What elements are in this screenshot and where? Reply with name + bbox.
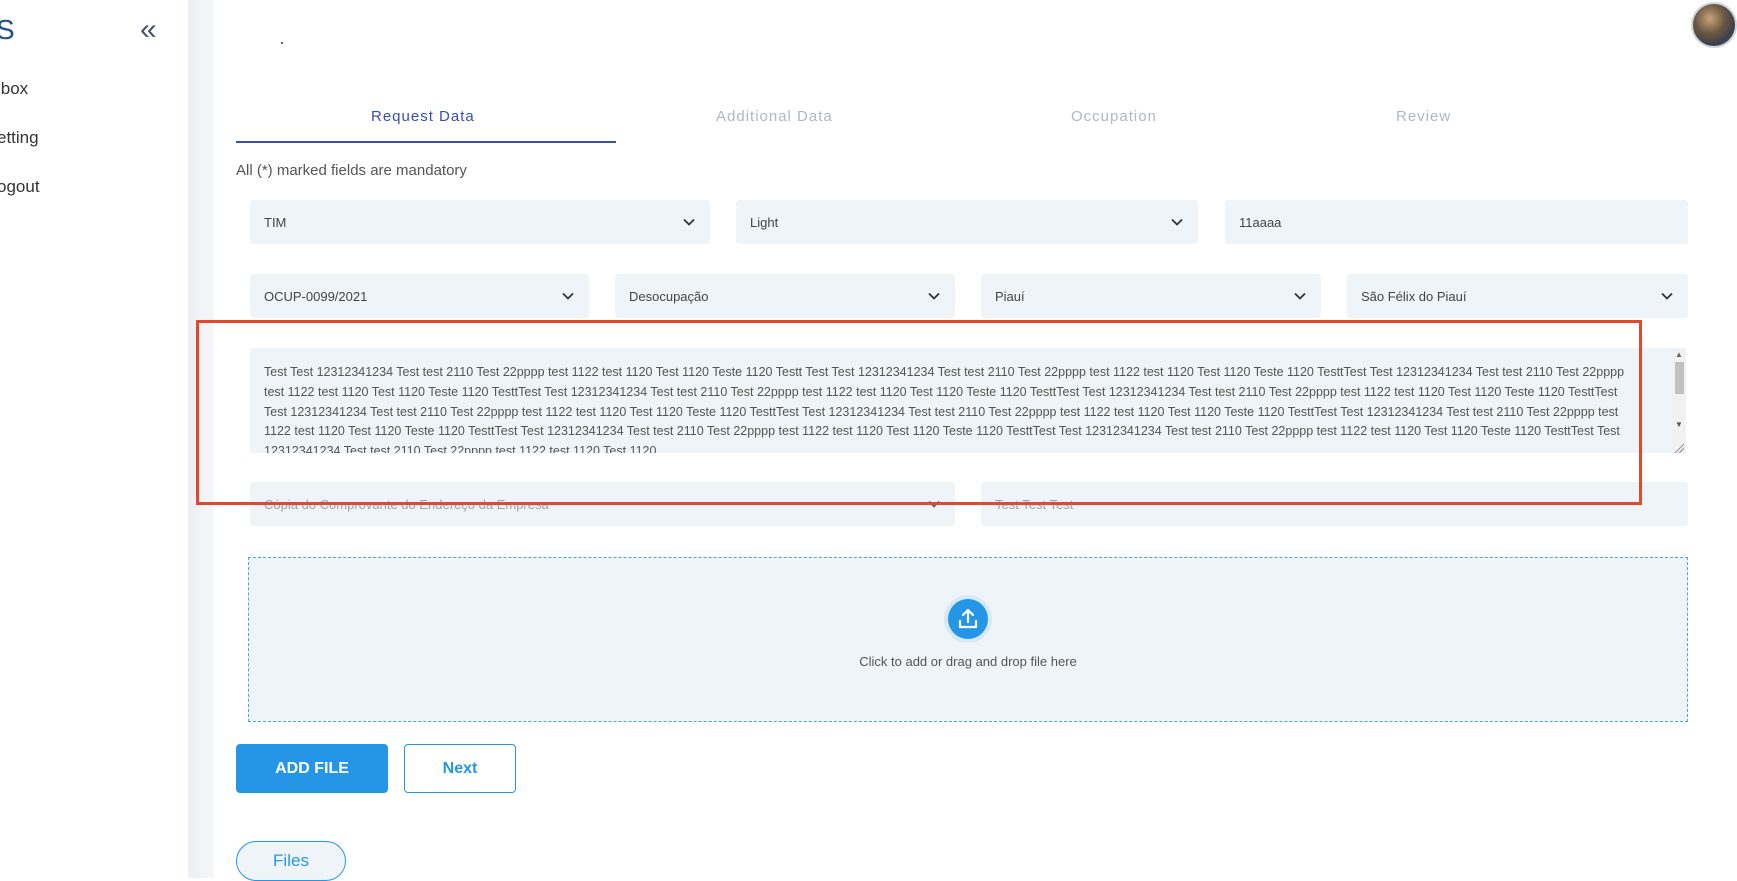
page-title: Occupation — [238, 42, 329, 66]
city-value: São Félix do Piauí — [1361, 288, 1467, 304]
chevron-down-icon — [1171, 218, 1183, 226]
code-input[interactable]: 11aaaa — [1225, 200, 1688, 244]
sidebar-item-logout[interactable]: ogout — [0, 177, 40, 197]
state-select[interactable]: Piauí — [981, 274, 1321, 318]
collapse-sidebar-button[interactable]: « — [140, 14, 157, 46]
files-button[interactable]: Files — [236, 841, 346, 881]
city-select[interactable]: São Félix do Piauí — [1347, 274, 1688, 318]
chevron-down-icon — [1294, 292, 1306, 300]
add-file-button[interactable]: ADD FILE — [236, 744, 388, 793]
resize-grip-icon[interactable] — [1674, 443, 1684, 453]
mandatory-note: All (*) marked fields are mandatory — [236, 162, 467, 179]
chevron-down-icon — [562, 292, 574, 300]
operator-select[interactable]: TIM — [250, 200, 710, 244]
sidebar-item-setting[interactable]: etting — [0, 128, 39, 148]
sidebar: S « ibox etting ogout — [0, 0, 188, 878]
code-value: 11aaaa — [1239, 214, 1282, 230]
tab-additional-data[interactable]: Additional Data — [716, 108, 833, 125]
type-value: Light — [750, 214, 779, 230]
scroll-thumb[interactable] — [1675, 362, 1684, 394]
stepper-tabs: Request Data Additional Data Occupation … — [236, 98, 1706, 144]
chevron-down-icon — [683, 218, 695, 226]
occupation-id-value: OCUP-0099/2021 — [264, 288, 368, 304]
upload-arrow-icon — [958, 608, 978, 629]
active-tab-indicator — [236, 141, 616, 143]
app-logo: S — [0, 14, 15, 45]
tab-review[interactable]: Review — [1396, 108, 1451, 125]
scroll-down-icon[interactable]: ▼ — [1675, 420, 1683, 429]
action-select[interactable]: Desocupação — [615, 274, 955, 318]
tab-request-data[interactable]: Request Data — [371, 108, 475, 125]
tab-occupation[interactable]: Occupation — [1071, 108, 1157, 125]
file-dropzone[interactable]: Click to add or drag and drop file here — [248, 557, 1688, 722]
state-value: Piauí — [995, 288, 1025, 304]
dropzone-text: Click to add or drag and drop file here — [859, 654, 1077, 669]
upload-icon — [944, 595, 992, 643]
next-button[interactable]: Next — [404, 744, 516, 793]
action-value: Desocupação — [629, 288, 709, 304]
scroll-up-icon[interactable]: ▲ — [1675, 350, 1683, 359]
textarea-scrollbar[interactable]: ▲ ▼ — [1672, 348, 1686, 453]
type-select[interactable]: Light — [736, 200, 1198, 244]
chevron-down-icon — [928, 292, 940, 300]
occupation-id-select[interactable]: OCUP-0099/2021 — [250, 274, 589, 318]
chevron-down-icon — [1661, 292, 1673, 300]
highlight-box — [196, 320, 1642, 505]
sidebar-item-inbox[interactable]: ibox — [0, 79, 28, 99]
user-avatar[interactable] — [1691, 2, 1737, 48]
operator-value: TIM — [264, 214, 287, 230]
